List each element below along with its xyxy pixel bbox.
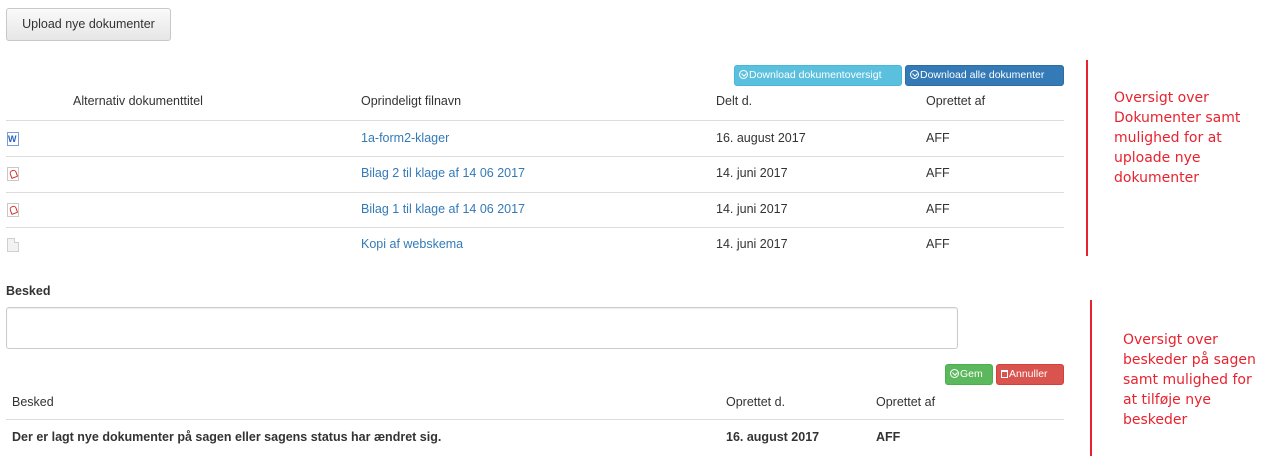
download-all-button[interactable]: Download alle dokumenter: [905, 65, 1064, 86]
save-label: Gem: [960, 368, 983, 380]
annotation-line: Oversigt over: [1123, 332, 1218, 348]
message-label: Besked: [6, 284, 51, 298]
document-created-by: AFF: [926, 131, 950, 145]
download-all-label: Download alle dokumenter: [920, 69, 1045, 81]
pdf-file-icon[interactable]: [7, 203, 19, 217]
annotation-line: mulighed for at: [1114, 130, 1222, 146]
document-shared-date: 14. juni 2017: [716, 202, 788, 216]
word-file-icon[interactable]: [7, 132, 19, 146]
annotation-line: beskeder på sagen: [1123, 352, 1256, 368]
document-filename-link[interactable]: Kopi af webskema: [361, 237, 463, 251]
annotation-line: Dokumenter samt: [1114, 110, 1241, 126]
col-alt-title-header: Alternativ dokumenttitel: [73, 94, 203, 108]
annotation-line: beskeder: [1123, 412, 1188, 428]
document-shared-date: 14. juni 2017: [716, 166, 788, 180]
message-date: 16. august 2017: [726, 430, 820, 444]
col-created-date-header: Oprettet d.: [726, 395, 786, 409]
col-message-header: Besked: [12, 395, 54, 409]
annotation-line: at tilføje nye: [1123, 392, 1212, 408]
annotation-line-messages: [1090, 300, 1092, 456]
pdf-file-icon[interactable]: [7, 167, 19, 181]
download-overview-button[interactable]: Download dokumentoversigt: [734, 65, 902, 86]
annotation-line: Oversigt over: [1114, 90, 1209, 106]
annotation-documents: Oversigt over Dokumenter samt mulighed f…: [1114, 88, 1240, 188]
cancel-button[interactable]: Annuller: [996, 364, 1064, 385]
plus-circle-icon: [950, 369, 959, 378]
document-filename-link[interactable]: Bilag 2 til klage af 14 06 2017: [361, 166, 525, 180]
upload-documents-button[interactable]: Upload nye dokumenter: [6, 8, 171, 41]
download-overview-label: Download dokumentoversigt: [749, 69, 882, 81]
annotation-line: uploade nye: [1114, 150, 1201, 166]
document-filename-link[interactable]: 1a-form2-klager: [361, 131, 449, 145]
table-row: [6, 227, 1064, 263]
col-created-by-header: Oprettet af: [926, 94, 986, 108]
download-circle-icon: [739, 70, 748, 79]
message-created-by: AFF: [876, 430, 901, 444]
document-filename-link[interactable]: Bilag 1 til klage af 14 06 2017: [361, 202, 525, 216]
document-created-by: AFF: [926, 202, 950, 216]
annotation-line: samt mulighed for: [1123, 372, 1252, 388]
message-text: Der er lagt nye dokumenter på sagen elle…: [12, 430, 442, 444]
blank-file-icon[interactable]: [7, 238, 19, 252]
table-row: [6, 120, 1064, 156]
document-shared-date: 16. august 2017: [716, 131, 806, 145]
annotation-line-documents: [1086, 60, 1088, 256]
document-created-by: AFF: [926, 237, 950, 251]
annotation-line: dokumenter: [1114, 170, 1199, 186]
trash-icon: [1001, 370, 1008, 378]
annotation-messages: Oversigt over beskeder på sagen samt mul…: [1123, 330, 1256, 430]
message-input[interactable]: [6, 307, 958, 349]
col-created-by-header: Oprettet af: [876, 395, 936, 409]
col-shared-header: Delt d.: [716, 94, 753, 108]
table-row: [6, 156, 1064, 192]
document-shared-date: 14. juni 2017: [716, 237, 788, 251]
save-button[interactable]: Gem: [945, 364, 993, 385]
document-created-by: AFF: [926, 166, 950, 180]
table-row: [6, 192, 1064, 227]
col-filename-header: Oprindeligt filnavn: [361, 94, 462, 108]
download-circle-icon: [910, 70, 919, 79]
cancel-label: Annuller: [1009, 368, 1048, 380]
